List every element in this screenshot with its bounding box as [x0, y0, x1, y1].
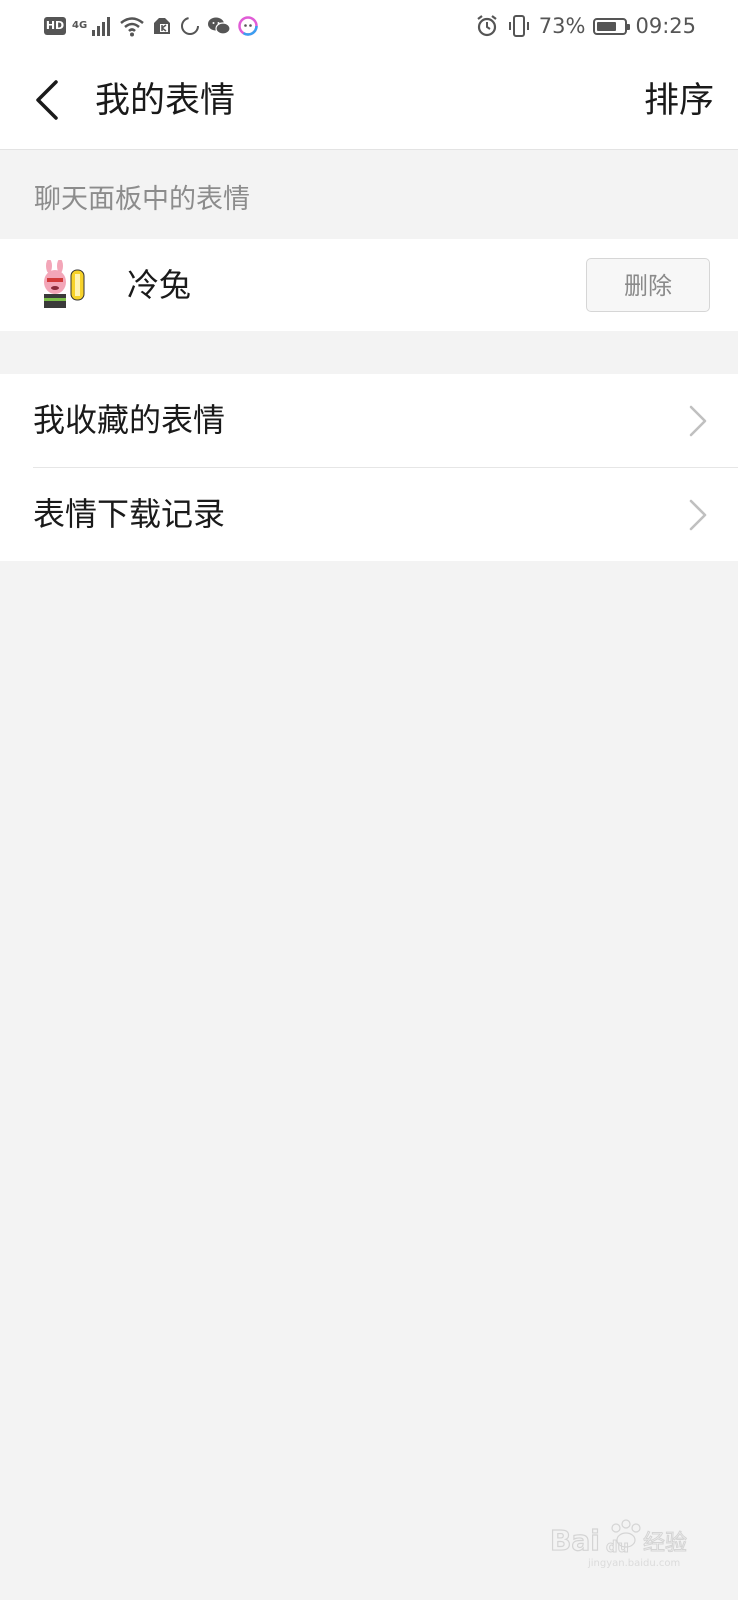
signal-icon — [92, 17, 111, 36]
sticker-pack-name: 冷兔 — [127, 266, 192, 304]
chat-icon — [238, 16, 258, 36]
section-label-chat-panel: 聊天面板中的表情 — [34, 184, 250, 215]
status-bar-right: 73% 09:25 — [475, 12, 696, 40]
menu-group: 我收藏的表情 表情下载记录 — [0, 374, 738, 561]
chevron-left-icon — [36, 80, 58, 120]
app-notification-icon — [154, 18, 171, 34]
svg-text:Bai: Bai — [550, 1524, 600, 1557]
svg-text:du: du — [606, 1537, 629, 1556]
sort-button[interactable]: 排序 — [644, 78, 714, 124]
status-bar-left: HD 4G — [44, 12, 259, 40]
status-bar: HD 4G 73% 09:25 — [0, 0, 738, 52]
menu-item-label: 我收藏的表情 — [33, 401, 226, 439]
battery-percent: 73% — [538, 14, 586, 38]
back-button[interactable] — [26, 74, 72, 126]
loading-icon — [181, 17, 200, 35]
vibrate-icon — [508, 15, 529, 37]
menu-item-label: 表情下载记录 — [33, 495, 226, 533]
baidu-watermark-logo: Bai du 经验 jingyan.baidu.com — [549, 1519, 688, 1569]
app-header: 我的表情 排序 — [0, 52, 738, 150]
alarm-icon — [477, 15, 497, 37]
svg-text:jingyan.baidu.com: jingyan.baidu.com — [587, 1558, 680, 1569]
menu-item-download-history[interactable]: 表情下载记录 — [0, 468, 738, 561]
delete-button[interactable]: 删除 — [586, 258, 710, 312]
sticker-pack-thumbnail — [44, 260, 85, 308]
page-title: 我的表情 — [95, 81, 236, 121]
clock-time: 09:25 — [635, 14, 696, 38]
chevron-right-icon — [689, 499, 707, 531]
menu-item-favorite-stickers[interactable]: 我收藏的表情 — [0, 374, 738, 468]
wechat-icon — [208, 17, 231, 35]
chevron-right-icon — [689, 405, 707, 437]
svg-text:经验: 经验 — [643, 1531, 687, 1556]
battery-icon — [593, 17, 631, 35]
battery-tip — [627, 23, 631, 30]
wifi-icon — [120, 17, 144, 37]
sticker-pack-row: 冷兔 删除 — [0, 239, 738, 331]
battery-level-fill — [597, 21, 617, 31]
network-type-label: 4G — [72, 20, 88, 31]
hd-badge: HD — [44, 17, 66, 35]
